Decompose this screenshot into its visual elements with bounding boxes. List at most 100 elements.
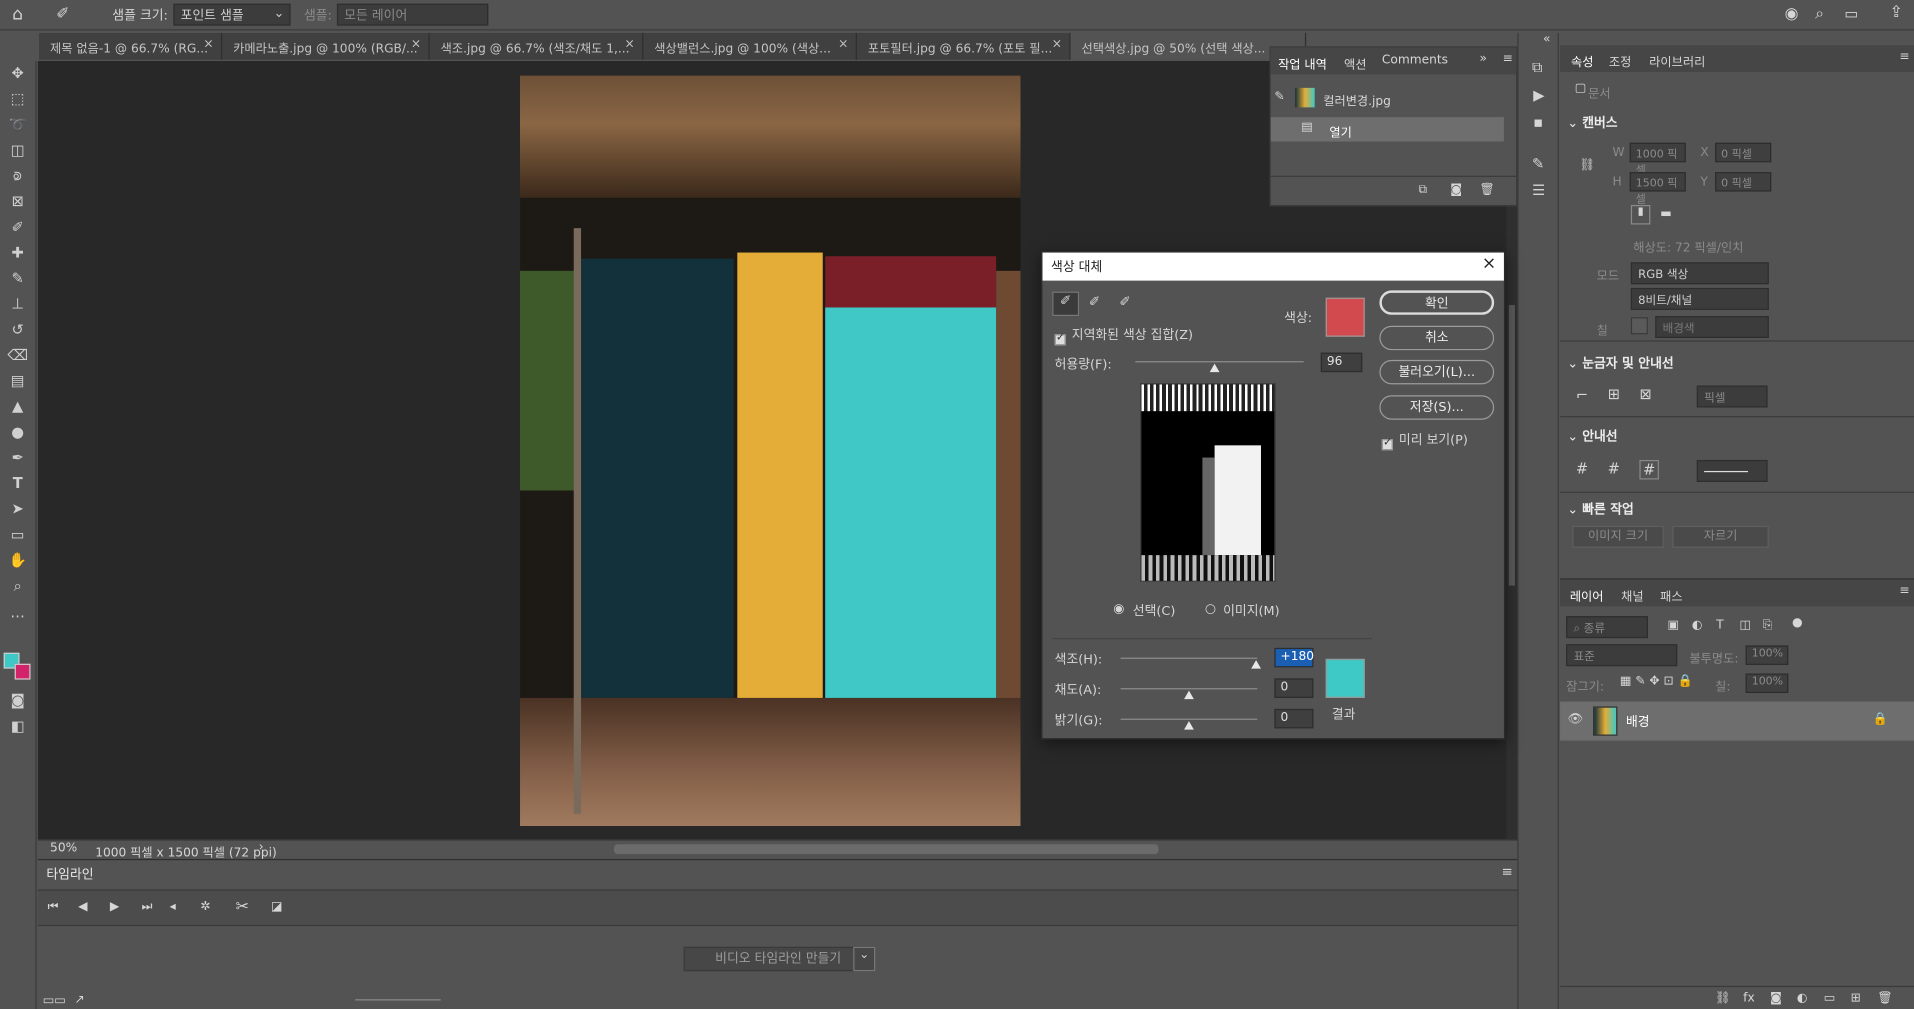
cancel-button[interactable]: 취소 (1379, 325, 1495, 351)
trash-icon[interactable]: 🗑 (1479, 183, 1495, 196)
fuzziness-slider[interactable] (1135, 361, 1304, 363)
localized-checkbox[interactable] (1054, 327, 1066, 350)
eyedropper-tool-icon[interactable]: ✐ (56, 5, 69, 23)
search-icon[interactable]: ⌕ (1815, 5, 1824, 23)
frame-tool-icon[interactable]: ⊠ (7, 192, 28, 213)
healing-brush-icon[interactable]: ✚ (7, 243, 28, 264)
history-snapshot[interactable]: ✎ 컬러변경.jpg (1271, 82, 1504, 116)
eyedropper-minus-icon[interactable]: ✐ (1119, 294, 1130, 310)
mask-icon[interactable]: ◙ (1770, 992, 1782, 1005)
new-document-icon[interactable]: ⧉ (1418, 183, 1427, 196)
fuzziness-field[interactable]: 96 (1320, 352, 1363, 373)
doc-tab[interactable]: 색조.jpg @ 66.7% (색조/채도 1,... × (430, 32, 644, 60)
tab-actions[interactable]: 액션 (1344, 54, 1366, 72)
layer-row[interactable]: 👁 배경 🔒 (1560, 701, 1914, 741)
ok-button[interactable]: 확인 (1379, 290, 1495, 315)
history-brush-icon[interactable]: ↺ (7, 320, 28, 341)
saturation-field[interactable]: 0 (1274, 678, 1314, 698)
adjustments-icon[interactable]: ☰ (1532, 182, 1545, 199)
hue-thumb[interactable] (1251, 660, 1261, 669)
move-tool-icon[interactable]: ✥ (7, 63, 28, 84)
marquee-tool-icon[interactable]: ⬚ (7, 89, 28, 110)
audio-icon[interactable]: ◂ (170, 900, 176, 913)
rectangle-tool-icon[interactable]: ▭ (7, 525, 28, 546)
fx-icon[interactable]: fx (1743, 992, 1755, 1005)
expand-icon[interactable]: » (1479, 52, 1486, 65)
lock-transparency-icon[interactable]: ▦ ✎ ✥ ⊡ 🔒 (1620, 675, 1693, 688)
folder-icon[interactable]: ▭ (1824, 992, 1836, 1005)
close-icon[interactable]: × (838, 38, 848, 51)
next-frame-icon[interactable]: ⏭ (142, 900, 153, 913)
selected-color-swatch[interactable] (1325, 297, 1365, 337)
stamp-tool-icon[interactable]: ⊥ (7, 294, 28, 315)
settings-icon[interactable]: ✲ (200, 900, 210, 913)
history-item[interactable]: ▤ 열기 (1270, 117, 1504, 142)
doc-tab[interactable]: 제목 없음-1 @ 66.7% (RG... × (39, 32, 223, 60)
hue-field[interactable]: +180 (1274, 647, 1314, 668)
frames-icon[interactable]: ▭▭ (43, 994, 66, 1007)
result-color-swatch[interactable] (1325, 658, 1365, 698)
share-icon[interactable]: ⇪ (1890, 4, 1903, 22)
ruler-units-dropdown[interactable]: 픽셀 (1696, 385, 1768, 408)
selection-radio[interactable]: ◉ (1113, 602, 1124, 617)
sample-size-dropdown[interactable]: 포인트 샘플 ⌄ (173, 3, 291, 26)
grid-icon[interactable]: ⊞ (1608, 386, 1620, 403)
tab-channels[interactable]: 채널 (1621, 586, 1643, 604)
tab-layers[interactable]: 레이어 (1570, 586, 1604, 604)
create-video-timeline-button[interactable]: 비디오 타임라인 만들기 (683, 946, 873, 972)
crop-button[interactable]: 자르기 (1672, 525, 1769, 548)
tab-paths[interactable]: 패스 (1660, 586, 1682, 604)
gradient-tool-icon[interactable]: ▤ (7, 371, 28, 392)
eye-icon[interactable]: 👁 (1567, 713, 1583, 726)
brush-settings-icon[interactable]: ✎ (1532, 155, 1544, 172)
pixel-filter-icon[interactable]: ▣ (1667, 619, 1679, 632)
fill-dropdown[interactable]: 배경색 (1655, 316, 1769, 338)
adjustment-layer-icon[interactable]: ◐ (1797, 992, 1808, 1005)
pixel-grid-icon[interactable]: ⊠ (1639, 386, 1651, 403)
link-layers-icon[interactable]: ⛓ (1715, 992, 1731, 1005)
lightness-field[interactable]: 0 (1274, 708, 1314, 729)
screen-mode-icon[interactable]: ◧ (7, 716, 28, 737)
bits-dropdown[interactable]: 8비트/채널 (1630, 287, 1769, 310)
zoom-slider[interactable] (355, 999, 441, 1001)
close-icon[interactable]: × (1482, 254, 1496, 274)
play-icon[interactable]: ▶ (110, 900, 119, 913)
eyedropper-icon[interactable]: ✐ (1052, 291, 1080, 317)
eyedropper-icon[interactable]: ✐ (7, 217, 28, 238)
quick-actions-title[interactable]: ⌄ 빠른 작업 (1567, 500, 1633, 518)
opacity-field[interactable]: 100% (1745, 645, 1789, 665)
portrait-icon[interactable]: ▮ (1630, 204, 1651, 225)
load-button[interactable]: 불러오기(L)... (1379, 359, 1495, 385)
smart-filter-icon[interactable]: ⎘ (1763, 619, 1773, 632)
actions-panel-icon[interactable]: ▶ (1533, 87, 1544, 104)
doc-tab[interactable]: 포토필터.jpg @ 66.7% (포토 필... × (857, 32, 1071, 60)
tab-libraries[interactable]: 라이브러리 (1649, 51, 1705, 69)
guides-section-title[interactable]: ⌄ 안내선 (1567, 427, 1617, 445)
saturation-thumb[interactable] (1184, 690, 1194, 700)
tab-adjustments[interactable]: 조정 (1609, 51, 1631, 69)
layer-filter-dropdown[interactable]: ⌕ 종류 (1566, 616, 1648, 639)
close-icon[interactable]: × (625, 38, 635, 51)
history-panel-icon[interactable]: ⧉ (1532, 59, 1542, 77)
fill-field[interactable]: 100% (1745, 673, 1789, 694)
comments-panel-icon[interactable]: ▪ (1533, 113, 1543, 130)
filter-toggle-icon[interactable]: ● (1792, 616, 1803, 629)
landscape-icon[interactable]: ▬ (1660, 207, 1672, 220)
lasso-tool-icon[interactable]: ➰ (7, 115, 28, 136)
eyedropper-plus-icon[interactable]: ✐ (1089, 294, 1100, 310)
lightness-thumb[interactable] (1184, 721, 1194, 730)
pen-tool-icon[interactable]: ✒ (7, 448, 28, 469)
smart-guides-icon[interactable]: # (1639, 459, 1660, 480)
canvas-section-title[interactable]: ⌄ 캔버스 (1567, 113, 1617, 131)
shape-filter-icon[interactable]: ◫ (1739, 619, 1751, 632)
type-filter-icon[interactable]: T (1716, 619, 1723, 632)
doc-tab[interactable]: 카메라노출.jpg @ 100% (RGB/... × (222, 32, 430, 60)
blend-mode-dropdown[interactable]: 표준 (1566, 644, 1678, 667)
convert-icon[interactable]: ↗ (74, 993, 84, 1006)
ruler-icon[interactable]: ⌐ (1576, 387, 1588, 404)
y-field[interactable]: 0 픽셀 (1715, 172, 1772, 192)
x-field[interactable]: 0 픽셀 (1715, 142, 1772, 163)
rulers-section-title[interactable]: ⌄ 눈금자 및 안내선 (1567, 354, 1673, 372)
close-icon[interactable]: × (1052, 38, 1062, 51)
chevron-right-icon[interactable]: › (259, 841, 264, 854)
